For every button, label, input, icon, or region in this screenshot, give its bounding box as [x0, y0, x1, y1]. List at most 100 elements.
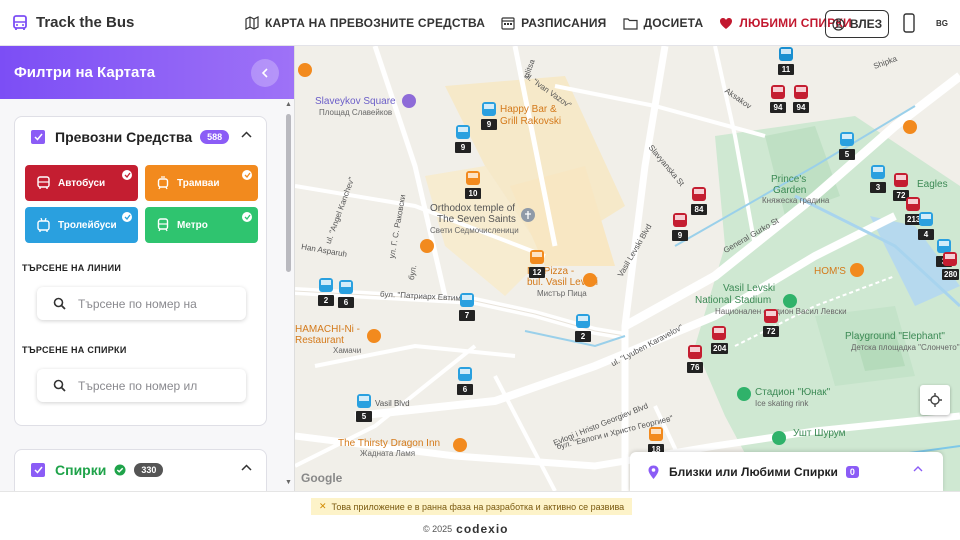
brand[interactable]: Track the Bus [0, 14, 200, 31]
nearby-stops-panel[interactable]: Близки или Любими Спирки 0 [630, 452, 943, 491]
vehicle-line-number: 4 [918, 229, 934, 240]
map-label-yunak[interactable]: Стадион "Юнак" [755, 387, 830, 398]
vehicle-marker-bus[interactable]: 94 [793, 84, 809, 113]
map-label-stadium[interactable]: Vasil Levski [723, 283, 775, 294]
nav-label: ДОСИЕТА [643, 16, 704, 30]
vehicle-marker-bus[interactable]: 76 [687, 344, 703, 373]
vehicle-map[interactable]: Slaveykov Square Площад Славейков Happy … [295, 46, 960, 491]
chevron-up-icon[interactable] [913, 466, 923, 472]
nav-item-files[interactable]: ДОСИЕТА [622, 16, 704, 30]
location-pin-icon [648, 465, 659, 479]
restaurant-icon[interactable] [367, 329, 381, 343]
vehicle-marker-bus[interactable]: 204 [711, 325, 729, 354]
vehicle-marker-trolleybus[interactable]: 7 [459, 292, 475, 321]
collapse-sidebar-button[interactable] [251, 59, 279, 87]
vehicles-card-header[interactable]: Превозни Средства 588 [15, 117, 266, 157]
vehicle-marker-bus[interactable]: 94 [770, 84, 786, 113]
map-label-slaveykov[interactable]: Slaveykov Square [315, 96, 396, 107]
restaurant-icon[interactable] [453, 438, 467, 452]
restaurant-icon[interactable] [903, 120, 917, 134]
vehicle-type-trolleybus[interactable]: Тролейбуси [25, 207, 138, 243]
stadium-icon[interactable] [737, 387, 751, 401]
square-icon[interactable] [402, 94, 416, 108]
trolleybus-marker-icon [339, 280, 353, 294]
stadium-icon[interactable] [783, 294, 797, 308]
church-icon[interactable] [521, 208, 535, 222]
stop-search-box[interactable] [37, 369, 246, 402]
nav-item-vehicle-map[interactable]: КАРТА НА ПРЕВОЗНИТЕ СРЕДСТВА [245, 16, 485, 30]
stop-search-input[interactable] [78, 378, 198, 393]
vehicles-checkbox[interactable] [31, 130, 45, 144]
vehicle-type-bus[interactable]: Автобуси [25, 165, 138, 201]
vehicle-marker-bus[interactable]: 9 [672, 212, 688, 241]
sidebar-scrollbar[interactable] [286, 114, 291, 272]
map-label-orthodox[interactable]: Orthodox temple of [430, 203, 515, 214]
vehicle-marker-bus[interactable]: 280 [942, 251, 960, 280]
map-label-playground-bg: Детска площадка "Слончето" [851, 343, 960, 352]
stops-checkbox[interactable] [31, 463, 45, 477]
map-icon [245, 16, 259, 30]
park-icon[interactable] [772, 431, 786, 445]
map-label-happy-bar[interactable]: Happy Bar & [500, 104, 557, 115]
folder-icon [622, 17, 638, 30]
vehicle-marker-trolleybus[interactable]: 9 [481, 101, 497, 130]
restaurant-icon[interactable] [420, 239, 434, 253]
vehicle-marker-trolleybus[interactable]: 6 [457, 366, 473, 395]
vehicle-type-metro[interactable]: Метро [145, 207, 258, 243]
top-navigation-bar: Track the Bus КАРТА НА ПРЕВОЗНИТЕ СРЕДСТ… [0, 0, 960, 46]
map-label-hamachi[interactable]: HAMACHI-Ni - [295, 324, 360, 335]
scroll-up-arrow[interactable]: ▲ [285, 101, 292, 108]
heart-icon [720, 17, 733, 29]
company-logo[interactable]: codexio [456, 522, 508, 536]
stops-card-header[interactable]: Спирки 330 [15, 450, 266, 490]
map-label-princes-garden[interactable]: Prince's [771, 174, 806, 185]
vehicle-marker-trolleybus[interactable]: 3 [870, 164, 886, 193]
vehicle-marker-trolleybus[interactable]: 2 [318, 277, 334, 306]
construction-icon: ✕ [319, 501, 327, 511]
nav-item-schedules[interactable]: РАЗПИСАНИЯ [501, 16, 606, 30]
vehicle-marker-trolleybus[interactable]: 6 [338, 279, 354, 308]
vehicle-marker-trolleybus[interactable]: 9 [455, 124, 471, 153]
trolleybus-marker-icon [871, 165, 885, 179]
mobile-phone-icon[interactable] [903, 13, 915, 33]
vehicle-type-label: Метро [177, 219, 208, 231]
restaurant-icon[interactable] [850, 263, 864, 277]
language-switch[interactable]: BG [936, 19, 948, 28]
line-search-input[interactable] [78, 296, 198, 311]
restaurant-icon[interactable] [583, 273, 597, 287]
restaurant-icon[interactable] [298, 63, 312, 77]
my-location-button[interactable] [920, 385, 950, 415]
login-button[interactable]: ВЛЕЗ [825, 10, 889, 38]
trolleybus-marker-icon [919, 212, 933, 226]
map-label-homs[interactable]: HOM'S [814, 266, 846, 277]
vehicles-filter-card: Превозни Средства 588 Автобуси Трамваи Т… [14, 116, 267, 426]
sidebar-title: Филтри на Картата [14, 64, 156, 81]
checked-icon [122, 170, 132, 180]
main-nav: КАРТА НА ПРЕВОЗНИТЕ СРЕДСТВА РАЗПИСАНИЯ … [245, 0, 868, 46]
vehicle-marker-bus[interactable]: 84 [691, 186, 707, 215]
vehicle-marker-bus[interactable]: 72 [893, 172, 909, 201]
vehicle-marker-tram[interactable]: 18 [648, 426, 664, 455]
vehicle-marker-trolleybus[interactable]: 2 [575, 313, 591, 342]
crosshair-icon [928, 393, 942, 407]
map-label-thirsty-dragon[interactable]: The Thirsty Dragon Inn [338, 438, 440, 449]
scroll-down-arrow[interactable]: ▼ [285, 479, 292, 486]
vehicle-marker-bus[interactable]: 72 [763, 308, 779, 337]
vehicle-marker-tram[interactable]: 10 [465, 170, 481, 199]
vehicle-marker-trolleybus[interactable]: 5 [356, 393, 372, 422]
line-search-box[interactable] [37, 287, 246, 320]
vehicle-marker-trolleybus[interactable]: 4 [918, 211, 934, 240]
vehicle-marker-trolleybus[interactable]: 5 [839, 131, 855, 160]
vehicle-type-tram[interactable]: Трамваи [145, 165, 258, 201]
map-label-playground[interactable]: Playground "Elephant" [845, 331, 945, 342]
bus-icon [37, 176, 50, 189]
chevron-up-icon[interactable] [241, 131, 252, 138]
vehicle-line-number: 2 [318, 295, 334, 306]
vehicle-marker-tram[interactable]: 12 [529, 249, 545, 278]
trolleybus-icon [37, 217, 50, 232]
vehicle-line-number: 84 [691, 204, 707, 215]
bus-marker-icon [712, 326, 726, 340]
vehicle-marker-tram[interactable]: 11 [778, 46, 794, 75]
chevron-up-icon[interactable] [241, 464, 252, 471]
vehicle-line-number: 9 [672, 230, 688, 241]
